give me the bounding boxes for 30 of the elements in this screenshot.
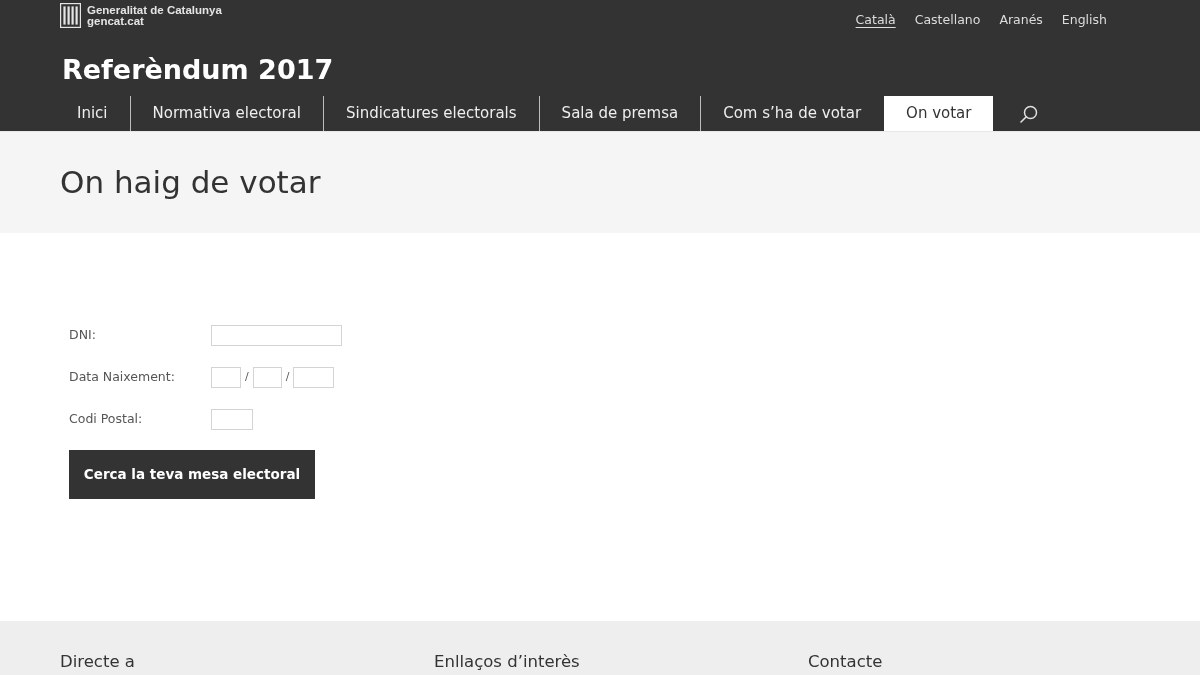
input-field[interactable] (211, 324, 342, 346)
date-separator: / (284, 368, 291, 385)
logo-link[interactable]: gencat.cat (87, 16, 222, 27)
language-link[interactable]: Aranés (999, 11, 1043, 30)
month-field[interactable] (252, 366, 282, 388)
nav-tab[interactable]: Normativa electoral (130, 96, 323, 131)
nav-tab[interactable]: Inici (55, 96, 130, 131)
search-icon (1020, 104, 1039, 123)
date-separator: / (244, 368, 250, 385)
language-link[interactable]: Castellano (914, 11, 981, 30)
site-title: Referèndum 2017 (62, 55, 334, 83)
footer-heading: Enllaços d’interès (434, 651, 581, 674)
year-field[interactable] (293, 366, 335, 388)
language-link[interactable]: English (1061, 11, 1107, 30)
footer-heading: Contacte (808, 651, 884, 674)
footer-heading: Directe a (60, 651, 136, 674)
search-polling-station-button[interactable]: Cerca la teva mesa electoral (69, 449, 315, 499)
language-link[interactable]: Català (855, 11, 896, 30)
logo-icon (60, 3, 81, 28)
nav-tab[interactable]: Sindicatures electorals (323, 96, 539, 131)
field-label: Codi Postal: (69, 409, 144, 428)
page-title: On haig de votar (60, 166, 321, 198)
day-field[interactable] (211, 366, 241, 388)
nav-tab[interactable]: Com s’ha de votar (701, 96, 884, 131)
field-label: Data Naixement: (69, 367, 176, 386)
logo-text: Generalitat de Catalunya (87, 5, 222, 16)
nav-tab[interactable]: On votar (884, 96, 994, 131)
field-label: DNI: (69, 325, 97, 344)
input-field[interactable] (211, 408, 253, 430)
nav-tab[interactable]: Sala de premsa (539, 96, 701, 131)
